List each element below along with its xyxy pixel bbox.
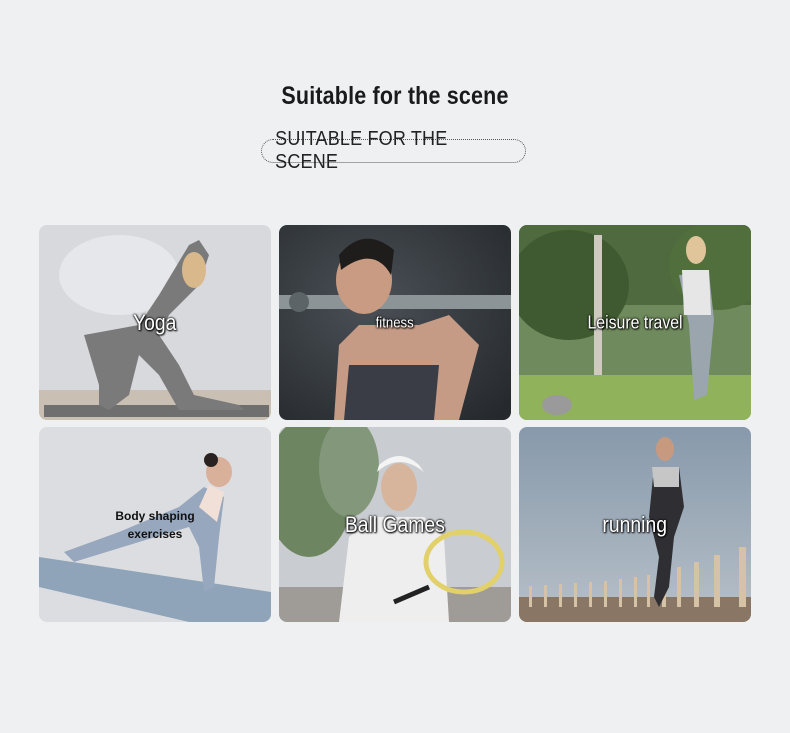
scene-label-fitness: fitness — [375, 314, 415, 331]
scene-label-ball-games: Ball Games — [344, 511, 446, 537]
scene-card-leisure-travel[interactable]: Leisure travel — [519, 225, 751, 420]
scene-card-yoga[interactable]: Yoga — [39, 225, 271, 420]
scene-label-yoga: Yoga — [133, 309, 177, 335]
subtitle-text: SUITABLE FOR THE SCENE — [275, 128, 448, 173]
page-title: Suitable for the scene — [281, 82, 509, 110]
scene-label-running: running — [602, 511, 668, 537]
scene-card-fitness[interactable]: fitness — [279, 225, 511, 420]
scene-card-ball-games[interactable]: Ball Games — [279, 427, 511, 622]
subtitle-badge: SUITABLE FOR THE SCENE — [261, 128, 526, 173]
scene-card-running[interactable]: running — [519, 427, 751, 622]
scene-grid: Yoga fitness Leisure travel Body shaping… — [39, 225, 751, 622]
scene-label-body-shaping: Body shaping exercises — [115, 508, 195, 541]
scene-label-leisure-travel: Leisure travel — [587, 312, 683, 332]
scene-card-body-shaping[interactable]: Body shaping exercises — [39, 427, 271, 622]
